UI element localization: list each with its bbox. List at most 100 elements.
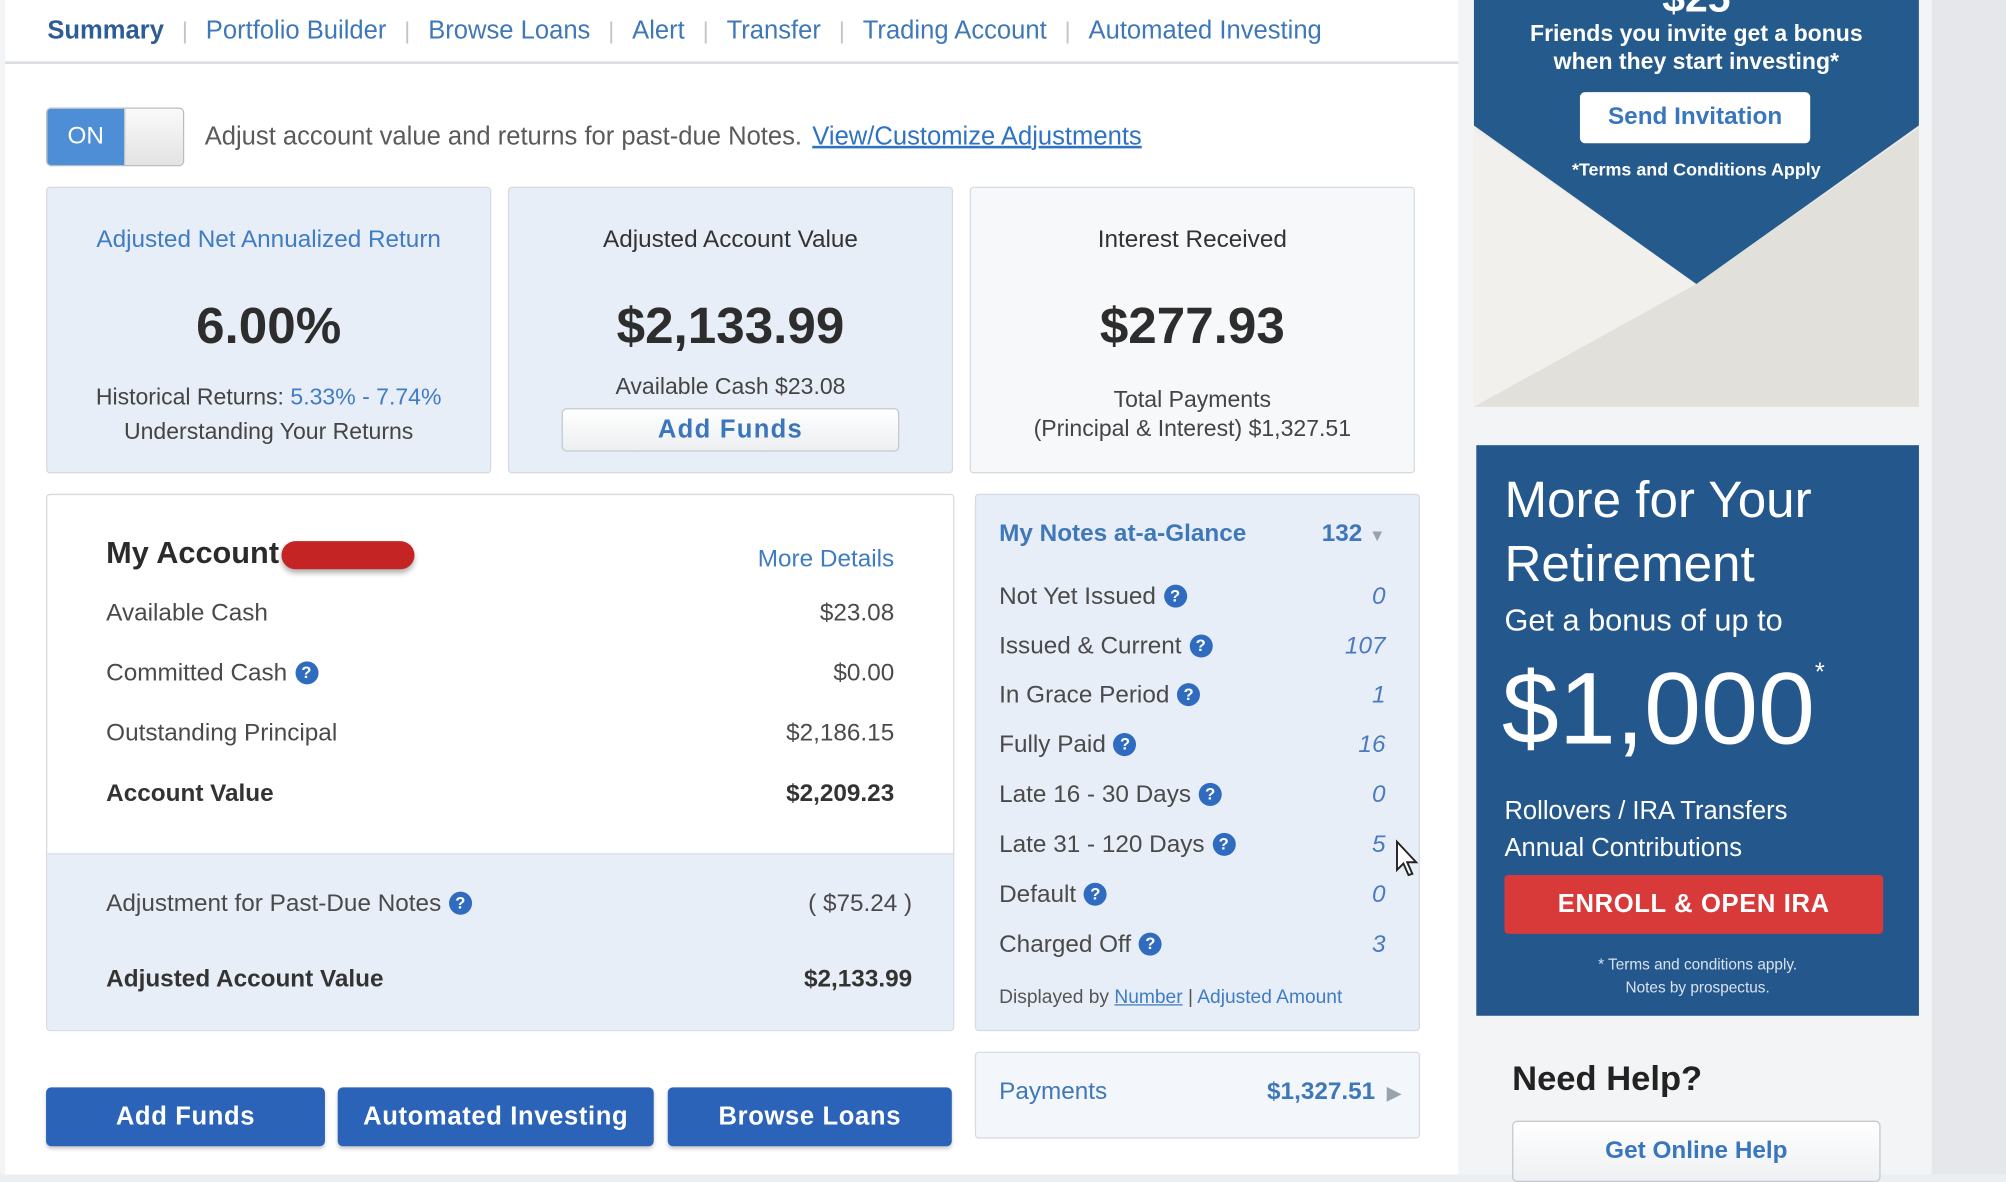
account-row: Account Value $2,209.23 — [106, 780, 894, 808]
nav-divider: | — [608, 17, 615, 43]
tab-summary[interactable]: Summary — [47, 16, 164, 45]
notes-row-label-wrap: Default? — [999, 881, 1107, 909]
tab-automated-investing[interactable]: Automated Investing — [1089, 16, 1322, 45]
historical-returns-label: Historical Returns: — [95, 383, 284, 410]
understanding-returns-link[interactable]: Understanding Your Returns — [47, 418, 490, 445]
notes-row-label: Fully Paid — [999, 731, 1106, 759]
interest-received-value: $277.93 — [1099, 298, 1285, 355]
invite-line-1: Friends you invite get a bonus — [1530, 20, 1863, 47]
notes-row-value[interactable]: 0 — [1372, 583, 1386, 611]
ira-amount-wrap: $1,000* — [1502, 647, 1825, 770]
my-account-panel: My Account More Details Available Cash $… — [46, 493, 955, 1032]
net-return-title: Adjusted Net Annualized Return — [96, 226, 441, 254]
historical-returns-range[interactable]: 5.33% - 7.74% — [290, 384, 441, 410]
ira-fine-print: * Terms and conditions apply. Notes by p… — [1476, 953, 1919, 999]
help-icon[interactable]: ? — [1212, 832, 1236, 856]
automated-investing-button[interactable]: Automated Investing — [337, 1087, 654, 1147]
help-icon[interactable]: ? — [294, 661, 318, 685]
notes-row-value[interactable]: 0 — [1372, 881, 1386, 909]
adjustment-section: Adjustment for Past-Due Notes? ( $75.24 … — [47, 853, 954, 1030]
notes-title: My Notes at-a-Glance — [999, 520, 1247, 548]
nav-divider: | — [702, 17, 709, 43]
add-funds-button[interactable]: Add Funds — [46, 1087, 325, 1147]
notes-row-value[interactable]: 0 — [1372, 782, 1386, 810]
payments-value-wrap: $1,327.51 ▶ — [1267, 1078, 1401, 1106]
toggle-knob — [124, 108, 183, 166]
total-payments-value: (Principal & Interest) $1,327.51 — [1033, 415, 1352, 442]
notes-row-value[interactable]: 1 — [1372, 682, 1386, 710]
customize-adjustments-link[interactable]: View/Customize Adjustments — [812, 122, 1141, 151]
tab-portfolio-builder[interactable]: Portfolio Builder — [206, 16, 387, 45]
adjusted-value-amount: $2,133.99 — [804, 965, 913, 993]
notes-row-label: Charged Off — [999, 931, 1132, 959]
ira-contributions: Annual Contributions — [1504, 834, 1743, 863]
tab-alert[interactable]: Alert — [632, 16, 685, 45]
notes-row-label-wrap: Charged Off? — [999, 931, 1162, 959]
chevron-right-icon: ▶ — [1387, 1082, 1401, 1103]
notes-row: Charged Off? 3 — [999, 931, 1385, 959]
available-cash-value: $23.08 — [819, 599, 895, 627]
invite-terms: *Terms and Conditions Apply — [1571, 158, 1821, 180]
notes-row: Default? 0 — [999, 881, 1385, 909]
need-help-title: Need Help? — [1512, 1059, 1703, 1098]
tab-browse-loans[interactable]: Browse Loans — [428, 16, 590, 45]
notes-row-label-wrap: Not Yet Issued? — [999, 583, 1187, 611]
notes-total: 132 — [1321, 520, 1363, 548]
net-return-card: Adjusted Net Annualized Return 6.00% His… — [46, 186, 492, 474]
adjusted-value-row: Adjusted Account Value $2,133.99 — [106, 966, 912, 994]
display-number-link[interactable]: Number — [1114, 986, 1182, 1008]
browse-loans-button[interactable]: Browse Loans — [667, 1087, 952, 1147]
notes-at-a-glance-panel: My Notes at-a-Glance 132 ▼ Not Yet Issue… — [974, 493, 1421, 1032]
ira-subtitle: Get a bonus of up to — [1504, 603, 1783, 639]
send-invitation-button[interactable]: Send Invitation — [1579, 92, 1811, 144]
notes-row-label: Late 31 - 120 Days — [999, 831, 1205, 859]
ira-fine-1: * Terms and conditions apply. — [1598, 955, 1798, 974]
enroll-open-ira-button[interactable]: ENROLL & OPEN IRA — [1504, 875, 1884, 934]
available-cash-line: Available Cash $23.08 — [615, 373, 846, 400]
notes-row-value[interactable]: 3 — [1372, 931, 1386, 959]
payments-row[interactable]: Payments $1,327.51 ▶ — [974, 1051, 1421, 1139]
adjusted-value-label: Adjusted Account Value — [106, 965, 384, 993]
page: Summary | Portfolio Builder | Browse Loa… — [0, 0, 2006, 1182]
account-value-total: $2,209.23 — [786, 780, 895, 808]
add-funds-card-button[interactable]: Add Funds — [561, 408, 900, 452]
help-icon[interactable]: ? — [448, 891, 472, 915]
toggle-description: Adjust account value and returns for pas… — [204, 122, 803, 151]
committed-cash-label-wrap: Committed Cash? — [106, 660, 318, 688]
more-details-link[interactable]: More Details — [758, 546, 894, 574]
account-value-title: Adjusted Account Value — [602, 226, 858, 254]
display-amount-link[interactable]: Adjusted Amount — [1197, 986, 1342, 1008]
notes-row-label-wrap: Fully Paid? — [999, 731, 1137, 760]
adjustment-label: Adjustment for Past-Due Notes — [106, 890, 442, 918]
notes-header[interactable]: My Notes at-a-Glance 132 ▼ — [999, 521, 1385, 549]
total-payments-label: Total Payments — [1113, 386, 1272, 412]
chevron-down-icon[interactable]: ▼ — [1369, 526, 1385, 545]
get-online-help-button[interactable]: Get Online Help — [1512, 1120, 1881, 1182]
account-row: Committed Cash? $0.00 — [106, 660, 894, 688]
notes-row-label: Issued & Current — [999, 633, 1182, 661]
help-icon[interactable]: ? — [1198, 782, 1222, 806]
notes-row-value[interactable]: 16 — [1358, 732, 1385, 760]
invite-bonus-amount: $25 — [1474, 0, 1919, 22]
help-icon[interactable]: ? — [1163, 584, 1187, 608]
notes-row: Late 31 - 120 Days? 5 — [999, 832, 1385, 860]
display-separator: | — [1187, 986, 1193, 1009]
mouse-cursor-icon — [1396, 839, 1419, 877]
tab-trading-account[interactable]: Trading Account — [863, 16, 1047, 45]
outstanding-principal-label: Outstanding Principal — [106, 720, 338, 748]
notes-row-label: Late 16 - 30 Days — [999, 781, 1192, 809]
adjustment-toggle[interactable]: ON — [46, 107, 185, 167]
redacted-name — [281, 540, 415, 569]
notes-row-label-wrap: In Grace Period? — [999, 682, 1201, 710]
notes-row-value[interactable]: 5 — [1372, 832, 1386, 860]
notes-row-label-wrap: Issued & Current? — [999, 633, 1213, 661]
invite-line-2: when they start investing* — [1553, 48, 1840, 75]
help-icon[interactable]: ? — [1083, 882, 1107, 906]
tab-transfer[interactable]: Transfer — [727, 16, 821, 45]
help-icon[interactable]: ? — [1177, 683, 1201, 707]
help-icon[interactable]: ? — [1113, 733, 1137, 757]
help-icon[interactable]: ? — [1189, 634, 1213, 658]
notes-row-value[interactable]: 107 — [1345, 633, 1386, 661]
my-account-heading: My Account — [106, 536, 280, 571]
help-icon[interactable]: ? — [1138, 932, 1162, 956]
